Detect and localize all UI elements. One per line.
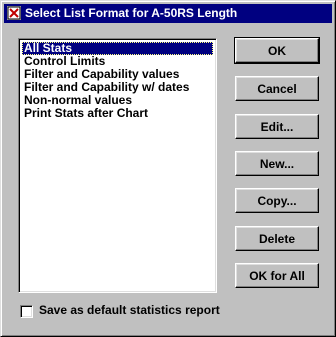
edit-button[interactable]: Edit... bbox=[235, 114, 319, 139]
cancel-button[interactable]: Cancel bbox=[235, 76, 319, 101]
ok-button[interactable]: OK bbox=[234, 37, 320, 64]
save-default-label[interactable]: Save as default statistics report bbox=[39, 303, 220, 317]
edit-button-label: Edit... bbox=[260, 119, 294, 134]
delete-button[interactable]: Delete bbox=[235, 226, 319, 251]
cancel-button-label: Cancel bbox=[257, 81, 297, 96]
list-item[interactable]: Print Stats after Chart bbox=[22, 107, 213, 120]
ok-for-all-button-label: OK for All bbox=[249, 268, 305, 283]
copy-button-label: Copy... bbox=[257, 193, 297, 208]
title-bar[interactable]: Select List Format for A-50RS Length bbox=[4, 4, 332, 23]
new-button-label: New... bbox=[259, 156, 295, 171]
copy-button[interactable]: Copy... bbox=[235, 188, 319, 213]
app-icon bbox=[7, 6, 21, 20]
delete-button-label: Delete bbox=[258, 231, 296, 246]
ok-for-all-button[interactable]: OK for All bbox=[235, 263, 319, 288]
ok-button-label: OK bbox=[268, 43, 286, 58]
dialog-window: Select List Format for A-50RS Length All… bbox=[0, 0, 336, 337]
report-format-list[interactable]: All Stats Control Limits Filter and Capa… bbox=[18, 38, 217, 293]
window-title: Select List Format for A-50RS Length bbox=[25, 6, 238, 20]
new-button[interactable]: New... bbox=[235, 151, 319, 176]
save-default-checkbox[interactable] bbox=[20, 305, 33, 318]
